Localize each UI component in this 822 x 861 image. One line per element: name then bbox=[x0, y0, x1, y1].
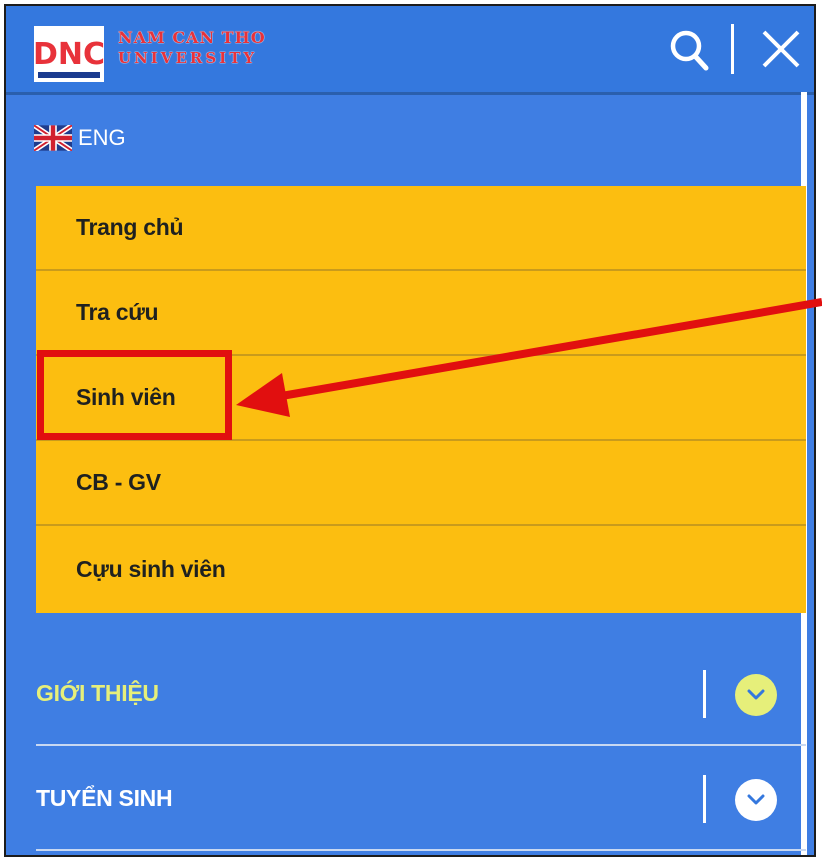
university-logo[interactable]: DNC bbox=[34, 26, 104, 82]
brand-line-2: UNIVERSITY bbox=[118, 49, 258, 67]
nav-header: DNC NAM CAN THO UNIVERSITY bbox=[6, 6, 814, 95]
menu-item-label: Tra cứu bbox=[76, 299, 159, 325]
logo-text: DNC bbox=[34, 37, 104, 72]
section-divider bbox=[703, 775, 706, 823]
expand-button[interactable] bbox=[735, 674, 777, 716]
section-label: GIỚI THIỆU bbox=[36, 679, 159, 706]
section-gioi-thieu[interactable]: GIỚI THIỆU bbox=[36, 642, 806, 746]
quick-links-menu: Trang chủ Tra cứu Sinh viên CB - GV Cựu … bbox=[36, 186, 806, 613]
menu-item-label: CB - GV bbox=[76, 469, 161, 495]
section-divider bbox=[703, 670, 706, 718]
uk-flag-icon bbox=[34, 125, 72, 151]
menu-item-trang-chu[interactable]: Trang chủ bbox=[36, 186, 806, 271]
section-label: TUYỂN SINH bbox=[36, 784, 173, 811]
menu-item-sinh-vien[interactable]: Sinh viên bbox=[36, 356, 806, 441]
expand-button[interactable] bbox=[735, 779, 777, 821]
language-label: ENG bbox=[78, 125, 126, 150]
close-icon bbox=[762, 30, 800, 68]
menu-item-label: Cựu sinh viên bbox=[76, 556, 226, 582]
brand-line-1: NAM CAN THO bbox=[118, 28, 266, 47]
menu-item-label: Trang chủ bbox=[76, 214, 184, 240]
menu-item-cb-gv[interactable]: CB - GV bbox=[36, 441, 806, 526]
brand-name: NAM CAN THO UNIVERSITY bbox=[118, 28, 266, 68]
language-switcher[interactable]: ENG bbox=[34, 118, 126, 158]
mobile-nav-panel: DNC NAM CAN THO UNIVERSITY ENG Trang chủ… bbox=[4, 4, 816, 857]
header-divider bbox=[731, 24, 734, 74]
section-tuyen-sinh[interactable]: TUYỂN SINH bbox=[36, 747, 806, 851]
menu-item-tra-cuu[interactable]: Tra cứu bbox=[36, 271, 806, 356]
close-menu-button[interactable] bbox=[758, 24, 804, 74]
search-icon bbox=[670, 30, 709, 71]
menu-item-cuu-sinh-vien[interactable]: Cựu sinh viên bbox=[36, 526, 806, 613]
chevron-down-icon bbox=[747, 794, 765, 805]
chevron-down-icon bbox=[747, 689, 765, 700]
search-button[interactable] bbox=[668, 26, 712, 72]
menu-item-label: Sinh viên bbox=[76, 384, 176, 410]
